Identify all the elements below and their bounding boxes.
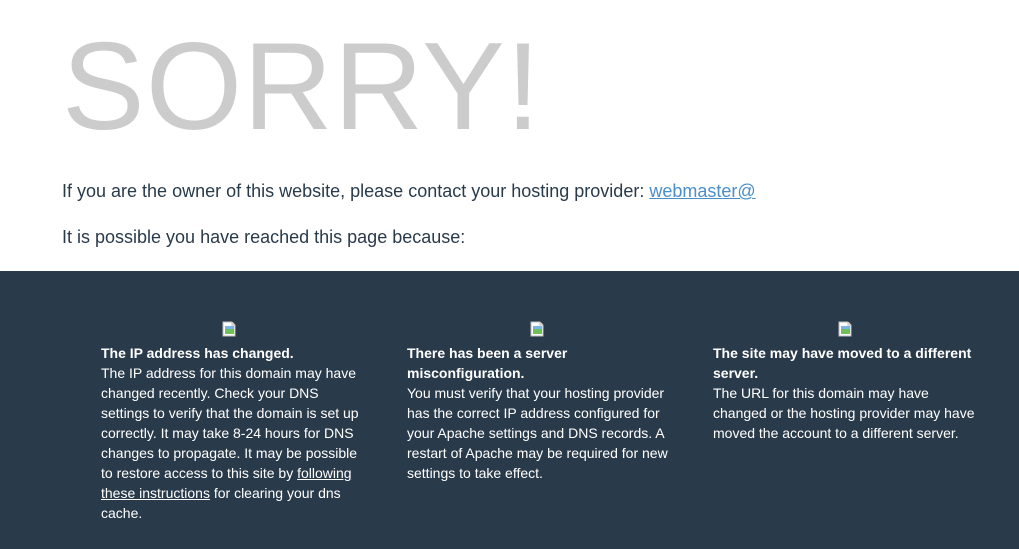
broken-image-icon [530,321,544,337]
webmaster-email-link[interactable]: webmaster@ [649,181,755,201]
broken-image-icon [838,321,852,337]
reason-description: The URL for this domain may have changed… [713,385,975,441]
reason-server-misconfiguration: There has been a server misconfiguration… [407,321,673,483]
reason-title: There has been a server misconfiguration… [407,345,568,381]
reason-description: You must verify that your hosting provid… [407,385,668,481]
owner-message: If you are the owner of this website, pl… [62,181,756,202]
reason-ip-changed: The IP address has changed. The IP addre… [101,321,363,523]
reason-intro-text: It is possible you have reached this pag… [62,227,466,247]
owner-message-text: If you are the owner of this website, pl… [62,181,650,201]
page-title: SORRY! [62,18,542,156]
reason-description: The IP address for this domain may have … [101,363,363,523]
reasons-section: The IP address has changed. The IP addre… [0,271,1019,549]
reason-title: The IP address has changed. [101,345,294,361]
broken-image-icon [222,321,236,337]
reason-site-moved: The site may have moved to a different s… [713,321,983,443]
intro-section: SORRY! If you are the owner of this webs… [0,0,1019,271]
reason-text-part: The IP address for this domain may have … [101,365,359,481]
reason-title: The site may have moved to a different s… [713,345,972,381]
